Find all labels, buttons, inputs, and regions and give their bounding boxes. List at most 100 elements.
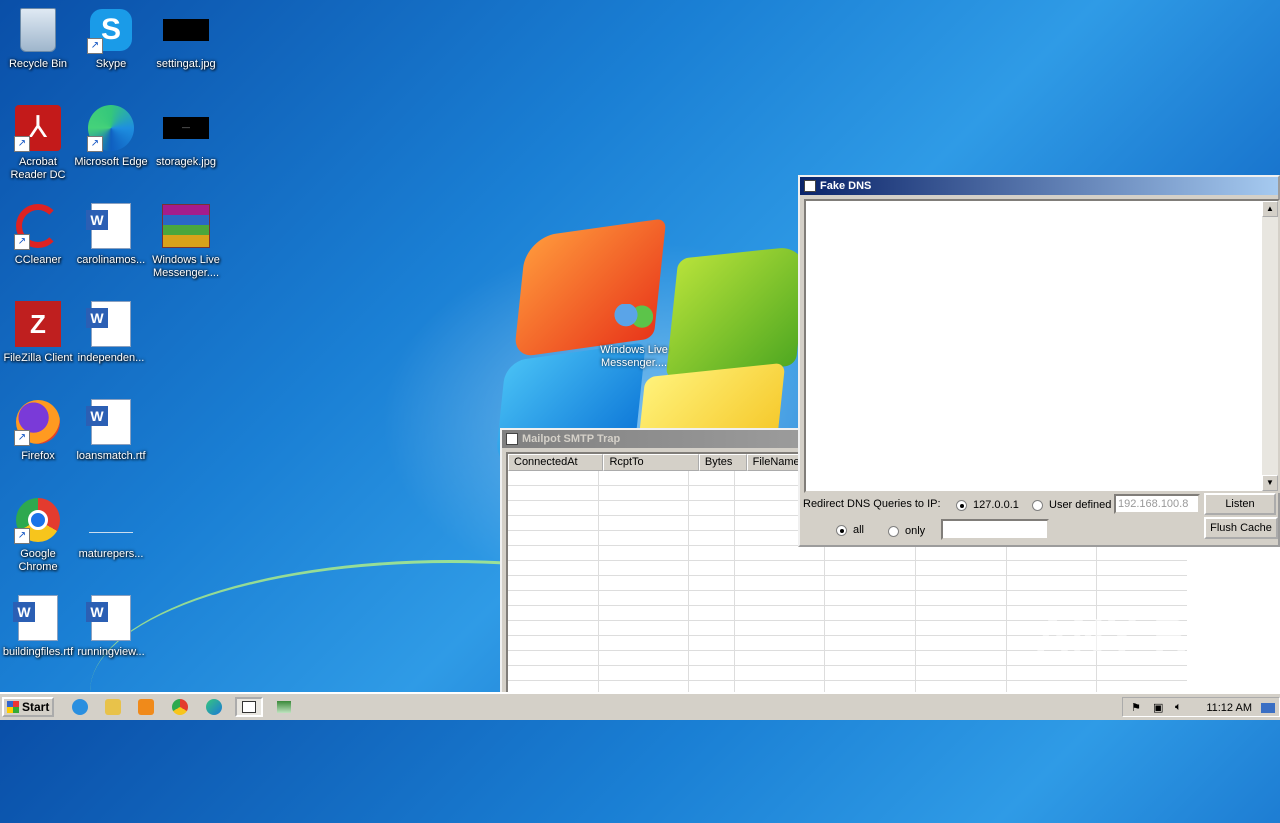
only-domain-field[interactable] xyxy=(941,519,1049,540)
start-button[interactable]: Start xyxy=(2,697,54,717)
desktop-icon-label: buildingfiles.rtf xyxy=(2,646,74,658)
radio-all-label: all xyxy=(853,524,865,536)
desktop-icon-ccleaner[interactable]: ↗ CCleaner xyxy=(0,202,76,267)
user-ip-field[interactable]: 192.168.100.8 xyxy=(1114,494,1200,514)
dns-log-scrollbar[interactable]: ▲ ▼ xyxy=(1262,201,1278,491)
desktop-icon-label: CCleaner xyxy=(14,254,62,266)
table-row xyxy=(508,576,1188,591)
desktop-icon-label: runningview... xyxy=(77,646,145,658)
taskbar-fakedns[interactable] xyxy=(235,697,263,717)
table-row xyxy=(508,666,1188,681)
fakedns-title: Fake DNS xyxy=(820,180,872,192)
word-doc-icon xyxy=(86,203,131,249)
taskbar-ie[interactable] xyxy=(68,697,92,717)
desktop-icon-carolinamos[interactable]: carolinamos... xyxy=(73,202,149,267)
flush-cache-button[interactable]: Flush Cache xyxy=(1204,517,1278,539)
scroll-down-icon[interactable]: ▼ xyxy=(1262,475,1278,491)
radio-selected-icon xyxy=(956,499,967,511)
filezilla-icon: Z xyxy=(15,301,61,347)
edge-icon xyxy=(206,699,222,715)
desktop-icon-skype[interactable]: S ↗ Skype xyxy=(73,6,149,71)
desktop-icon-buildingfiles[interactable]: buildingfiles.rtf xyxy=(0,594,76,659)
fakedns-window[interactable]: Fake DNS ▲ ▼ Redirect DNS Queries to IP:… xyxy=(798,175,1280,547)
desktop-icon-label: Firefox xyxy=(21,450,55,462)
desktop-icon-storagek[interactable]: — storagek.jpg xyxy=(148,104,224,169)
desktop-icon-loansmatch[interactable]: loansmatch.rtf xyxy=(73,398,149,463)
taskbar-chrome[interactable] xyxy=(168,697,192,717)
dns-log-textarea[interactable]: ▲ ▼ xyxy=(804,199,1280,493)
desktop-icon-label: Microsoft Edge xyxy=(74,156,148,168)
system-tray: ⚑ ▣ 🔈︎ 11:12 AM xyxy=(1122,697,1280,717)
mailpot-app-icon xyxy=(277,701,291,713)
messenger-icon xyxy=(614,304,654,340)
desktop-icon-label: maturepers... xyxy=(78,548,144,560)
table-row xyxy=(508,591,1188,606)
desktop-icon-settingat[interactable]: settingat.jpg xyxy=(148,6,224,71)
desktop-icon-runningview[interactable]: runningview... xyxy=(73,594,149,659)
radio-selected-icon xyxy=(836,524,847,536)
action-center-flag-icon[interactable]: ⚑ xyxy=(1131,701,1145,715)
radio-only[interactable]: only xyxy=(888,525,925,537)
recycle-bin-icon xyxy=(20,8,56,52)
radio-localhost[interactable]: 127.0.0.1 xyxy=(956,499,1019,511)
chrome-icon xyxy=(172,699,188,715)
desktop-icon-edge[interactable]: ↗ Microsoft Edge xyxy=(73,104,149,169)
radio-unselected-icon xyxy=(1032,499,1043,511)
desktop-icon-label: Windows Live Messenger.... xyxy=(600,344,668,369)
word-doc-icon xyxy=(86,399,131,445)
desktop-icon-firefox[interactable]: ↗ Firefox xyxy=(0,398,76,463)
taskbar-explorer[interactable] xyxy=(101,697,125,717)
taskbar-media-player[interactable] xyxy=(134,697,158,717)
column-header-connectedat[interactable]: ConnectedAt xyxy=(508,454,604,471)
blank-file-icon xyxy=(89,508,133,533)
desktop-icon-label: carolinamos... xyxy=(76,254,146,266)
word-doc-icon xyxy=(86,595,131,641)
desktop-icon-recycle-bin[interactable]: Recycle Bin xyxy=(0,6,76,71)
winrar-icon xyxy=(162,204,210,248)
listen-button[interactable]: Listen xyxy=(1204,493,1276,515)
taskbar-mailpot[interactable] xyxy=(270,697,298,717)
image-file-icon xyxy=(163,19,209,41)
desktop-icon-windows-live-messenger[interactable]: Windows Live Messenger.... xyxy=(594,304,674,370)
radio-user-defined-label: User defined xyxy=(1049,499,1112,511)
desktop-icon-label: Acrobat Reader DC xyxy=(10,156,66,181)
media-player-icon xyxy=(138,699,154,715)
radio-unselected-icon xyxy=(888,525,899,537)
taskbar: Start ⚑ ▣ 🔈︎ 11:12 AM xyxy=(0,692,1280,720)
watermark: ANY RUN xyxy=(1036,609,1259,661)
desktop-icon-maturepers[interactable]: maturepers... xyxy=(73,496,149,561)
radio-all[interactable]: all xyxy=(836,524,864,536)
fakedns-app-icon xyxy=(804,180,816,192)
word-doc-icon xyxy=(13,595,58,641)
fakedns-app-icon xyxy=(242,701,256,713)
redirect-label: Redirect DNS Queries to IP: xyxy=(803,498,941,510)
desktop-icon-windows-live-rar[interactable]: Windows Live Messenger.... xyxy=(148,202,224,280)
scroll-up-icon[interactable]: ▲ xyxy=(1262,201,1278,217)
desktop-icon-label: Google Chrome xyxy=(18,548,58,573)
clock[interactable]: 11:12 AM xyxy=(1206,701,1252,715)
fakedns-titlebar[interactable]: Fake DNS xyxy=(800,177,1278,195)
radio-user-defined[interactable]: User defined xyxy=(1032,499,1111,511)
desktop-icon-label: loansmatch.rtf xyxy=(76,450,146,462)
desktop-icon-label: Windows Live Messenger.... xyxy=(152,254,220,279)
table-row xyxy=(508,561,1188,576)
desktop-icon-independen[interactable]: independen... xyxy=(73,300,149,365)
radio-only-label: only xyxy=(905,525,926,537)
desktop-icon-label: Skype xyxy=(95,58,127,70)
desktop-icon-label: storagek.jpg xyxy=(156,156,216,168)
show-desktop-icon[interactable] xyxy=(1261,703,1275,713)
desktop-icon-label: FileZilla Client xyxy=(3,352,73,364)
column-header-rcptto[interactable]: RcptTo xyxy=(603,454,699,471)
network-icon[interactable]: ▣ xyxy=(1153,701,1167,715)
radio-localhost-label: 127.0.0.1 xyxy=(973,499,1019,511)
ie-icon xyxy=(72,699,88,715)
taskbar-edge[interactable] xyxy=(202,697,226,717)
start-label: Start xyxy=(22,700,50,714)
desktop-icon-chrome[interactable]: ↗ Google Chrome xyxy=(0,496,76,574)
column-header-bytes[interactable]: Bytes xyxy=(698,454,747,471)
desktop-icon-filezilla[interactable]: Z FileZilla Client xyxy=(0,300,76,365)
mailpot-app-icon xyxy=(506,433,518,445)
volume-icon[interactable]: 🔈︎ xyxy=(1175,701,1189,715)
desktop-icon-label: Recycle Bin xyxy=(8,58,68,70)
desktop-icon-acrobat[interactable]: ⅄ ↗ Acrobat Reader DC xyxy=(0,104,76,182)
